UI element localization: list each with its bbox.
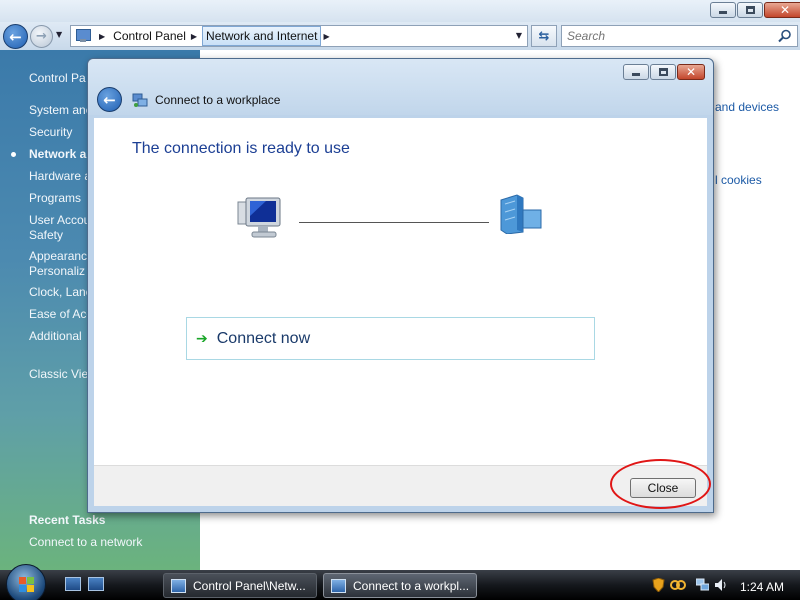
refresh-button[interactable]: ⇆ xyxy=(531,25,557,47)
switch-windows-icon[interactable] xyxy=(88,577,104,591)
forward-button[interactable]: → xyxy=(30,25,53,48)
network-icon xyxy=(132,93,148,107)
refresh-icon: ⇆ xyxy=(538,28,550,44)
sidebar-item-clock[interactable]: Clock, Lanc xyxy=(29,285,92,299)
minimize-icon xyxy=(719,11,727,14)
back-arrow-icon: ← xyxy=(103,90,116,109)
close-icon: ✕ xyxy=(685,65,697,79)
taskbar-button-label: Connect to a workpl... xyxy=(353,578,470,593)
breadcrumb-network-and-internet[interactable]: Network and Internet xyxy=(202,26,322,46)
taskbar: Control Panel\Netw... Connect to a workp… xyxy=(0,564,800,600)
green-arrow-icon: ➔ xyxy=(196,330,208,347)
sidebar-item-hardware[interactable]: Hardware a xyxy=(29,169,91,183)
show-desktop-icon[interactable] xyxy=(65,577,81,591)
chevron-right-icon[interactable]: ▶ xyxy=(191,32,197,41)
address-bar[interactable]: ▶ Control Panel ▶ Network and Internet ▶… xyxy=(70,25,528,47)
maximize-button[interactable] xyxy=(737,2,763,18)
network-icon xyxy=(331,578,346,593)
sidebar-item-security[interactable]: Security xyxy=(29,125,72,139)
dialog-close-window-button[interactable]: ✕ xyxy=(677,64,705,80)
content-link-cookies[interactable]: l cookies xyxy=(715,173,762,187)
dialog-title: Connect to a workplace xyxy=(155,93,281,107)
breadcrumb-control-panel[interactable]: Control Panel xyxy=(110,26,189,46)
taskbar-button-control-panel[interactable]: Control Panel\Netw... xyxy=(163,573,317,598)
sidebar-item-programs[interactable]: Programs xyxy=(29,191,81,205)
dialog-minimize-button[interactable] xyxy=(623,64,649,80)
notification-area: 1:24 AM xyxy=(648,574,798,596)
forward-arrow-icon: → xyxy=(36,29,47,44)
network-status-icon[interactable] xyxy=(696,578,709,592)
security-alert-icon[interactable] xyxy=(670,578,686,592)
recent-task-connect-network[interactable]: Connect to a network xyxy=(29,535,142,549)
chevron-right-icon[interactable]: ▶ xyxy=(99,32,105,41)
dialog-content: The connection is ready to use ➔ Connect… xyxy=(94,118,707,465)
minimize-icon xyxy=(632,73,640,76)
dialog-title-bar: ✕ ← Connect to a workplace xyxy=(88,59,713,115)
sidebar-item-user-accounts-line2[interactable]: Safety xyxy=(29,228,63,242)
sidebar-item-appearance-line2[interactable]: Personaliz xyxy=(29,264,85,278)
back-button[interactable]: ← xyxy=(3,24,28,49)
connection-line xyxy=(299,222,489,223)
content-link-devices[interactable]: and devices xyxy=(715,100,779,114)
minimize-button[interactable] xyxy=(710,2,736,18)
explorer-title-bar: ✕ xyxy=(0,0,800,22)
search-field[interactable] xyxy=(561,25,798,47)
dialog-caption-buttons: ✕ xyxy=(623,64,705,80)
server-icon xyxy=(500,194,542,234)
sidebar-item-additional-options[interactable]: Additional xyxy=(29,329,82,343)
current-item-bullet xyxy=(11,152,16,157)
shield-icon[interactable] xyxy=(652,578,665,592)
search-input[interactable] xyxy=(567,29,767,43)
dialog-back-button[interactable]: ← xyxy=(97,87,122,112)
taskbar-button-connect-workplace[interactable]: Connect to a workpl... xyxy=(323,573,477,598)
connect-now-label: Connect now xyxy=(216,329,311,347)
connect-to-workplace-dialog: ✕ ← Connect to a workplace The connectio… xyxy=(87,58,714,513)
chevron-down-icon[interactable]: ▼ xyxy=(516,31,522,40)
start-button[interactable] xyxy=(6,564,46,600)
sidebar-item-system[interactable]: System anc xyxy=(29,103,92,117)
sidebar-item-network[interactable]: Network a xyxy=(29,147,86,161)
maximize-icon xyxy=(658,68,668,76)
highlight-annotation-ring xyxy=(610,459,711,509)
volume-icon[interactable] xyxy=(714,578,727,592)
close-window-button[interactable]: ✕ xyxy=(764,2,800,18)
explorer-caption-buttons: ✕ xyxy=(710,2,800,18)
chevron-right-icon[interactable]: ▶ xyxy=(323,32,329,41)
back-arrow-icon: ← xyxy=(9,27,22,46)
control-panel-icon xyxy=(75,28,93,44)
system-clock[interactable]: 1:24 AM xyxy=(740,580,784,594)
recent-tasks-heading: Recent Tasks xyxy=(29,513,106,527)
search-icon[interactable] xyxy=(778,29,792,43)
sidebar-item-control-panel-home[interactable]: Control Pa xyxy=(29,71,86,85)
taskbar-button-label: Control Panel\Netw... xyxy=(193,578,306,593)
recent-pages-dropdown[interactable]: ▼ xyxy=(56,30,62,39)
sidebar-item-appearance[interactable]: Appearanc xyxy=(29,249,87,263)
computer-icon xyxy=(237,197,281,238)
connect-now-button[interactable]: ➔ Connect now xyxy=(186,317,595,360)
close-icon: ✕ xyxy=(779,3,791,17)
address-toolbar: ← → ▼ ▶ Control Panel ▶ Network and Inte… xyxy=(0,22,800,50)
maximize-icon xyxy=(745,6,755,14)
sidebar-item-user-accounts[interactable]: User Accou xyxy=(29,213,90,227)
dialog-maximize-button[interactable] xyxy=(650,64,676,80)
control-panel-icon xyxy=(171,578,186,593)
sidebar-item-ease-of-access[interactable]: Ease of Acc xyxy=(29,307,92,321)
dialog-heading: The connection is ready to use xyxy=(132,140,350,157)
